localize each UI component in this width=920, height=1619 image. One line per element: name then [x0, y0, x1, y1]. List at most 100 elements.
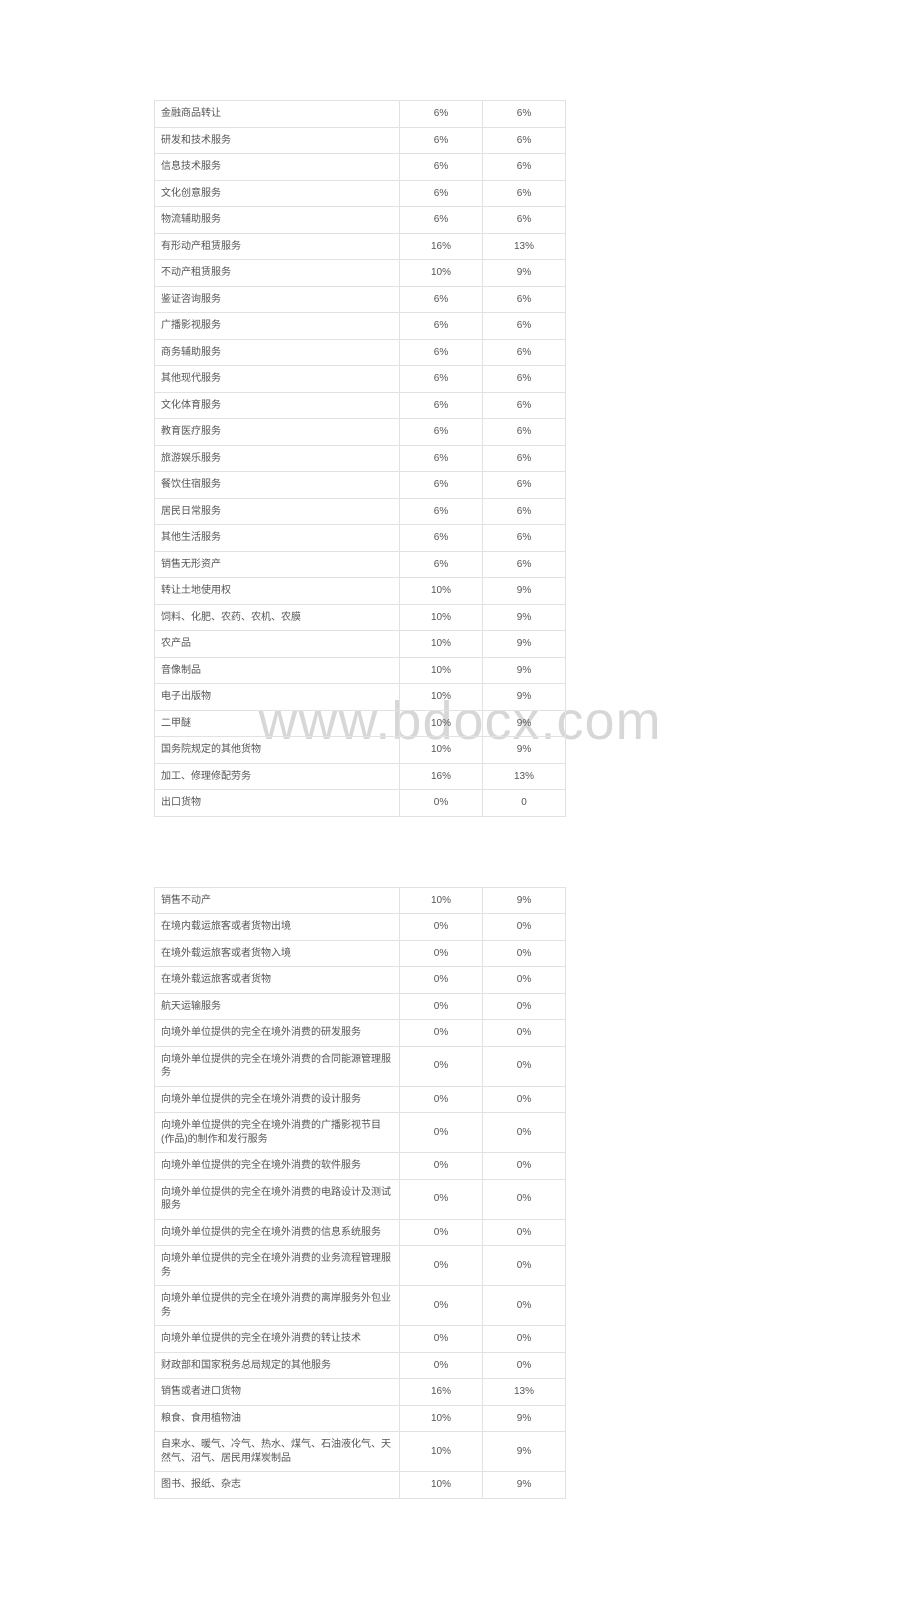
row-rate1-cell: 6% — [400, 392, 483, 419]
row-name-cell: 销售不动产 — [155, 887, 400, 914]
row-rate2-cell: 6% — [483, 551, 566, 578]
row-name-cell: 有形动产租赁服务 — [155, 233, 400, 260]
row-name-cell: 研发和技术服务 — [155, 127, 400, 154]
row-rate2-cell: 6% — [483, 419, 566, 446]
row-rate2-cell: 6% — [483, 127, 566, 154]
row-rate1-cell: 10% — [400, 1472, 483, 1499]
row-name-cell: 金融商品转让 — [155, 101, 400, 128]
row-name-cell: 向境外单位提供的完全在境外消费的电路设计及测试服务 — [155, 1179, 400, 1219]
table-row: 粮食、食用植物油10%9% — [155, 1405, 566, 1432]
table-row: 向境外单位提供的完全在境外消费的研发服务0%0% — [155, 1020, 566, 1047]
row-name-cell: 物流辅助服务 — [155, 207, 400, 234]
table-row: 饲料、化肥、农药、农机、农膜10%9% — [155, 604, 566, 631]
row-name-cell: 在境内载运旅客或者货物出境 — [155, 914, 400, 941]
row-rate1-cell: 6% — [400, 101, 483, 128]
row-rate2-cell: 0% — [483, 940, 566, 967]
row-rate2-cell: 13% — [483, 1379, 566, 1406]
row-rate2-cell: 9% — [483, 604, 566, 631]
row-rate2-cell: 9% — [483, 657, 566, 684]
row-rate2-cell: 9% — [483, 631, 566, 658]
row-rate2-cell: 9% — [483, 887, 566, 914]
row-name-cell: 加工、修理修配劳务 — [155, 763, 400, 790]
row-rate2-cell: 0% — [483, 967, 566, 994]
table-row: 餐饮住宿服务6%6% — [155, 472, 566, 499]
table-row: 二甲醚10%9% — [155, 710, 566, 737]
row-name-cell: 向境外单位提供的完全在境外消费的广播影视节目(作品)的制作和发行服务 — [155, 1113, 400, 1153]
row-rate2-cell: 0% — [483, 914, 566, 941]
table-row: 信息技术服务6%6% — [155, 154, 566, 181]
table-row: 向境外单位提供的完全在境外消费的电路设计及测试服务0%0% — [155, 1179, 566, 1219]
row-rate1-cell: 10% — [400, 657, 483, 684]
row-name-cell: 广播影视服务 — [155, 313, 400, 340]
table-row: 自来水、暖气、冷气、热水、煤气、石油液化气、天然气、沼气、居民用煤炭制品10%9… — [155, 1432, 566, 1472]
row-rate2-cell: 6% — [483, 180, 566, 207]
row-name-cell: 向境外单位提供的完全在境外消费的信息系统服务 — [155, 1219, 400, 1246]
row-rate1-cell: 6% — [400, 472, 483, 499]
row-name-cell: 销售或者进口货物 — [155, 1379, 400, 1406]
table-row: 研发和技术服务6%6% — [155, 127, 566, 154]
table-row: 向境外单位提供的完全在境外消费的信息系统服务0%0% — [155, 1219, 566, 1246]
table-row: 商务辅助服务6%6% — [155, 339, 566, 366]
table-row: 销售无形资产6%6% — [155, 551, 566, 578]
row-rate2-cell: 0% — [483, 1153, 566, 1180]
table-row: 鉴证咨询服务6%6% — [155, 286, 566, 313]
table-row: 在境外载运旅客或者货物入境0%0% — [155, 940, 566, 967]
row-rate1-cell: 0% — [400, 993, 483, 1020]
table-row: 向境外单位提供的完全在境外消费的广播影视节目(作品)的制作和发行服务0%0% — [155, 1113, 566, 1153]
row-name-cell: 音像制品 — [155, 657, 400, 684]
row-name-cell: 航天运输服务 — [155, 993, 400, 1020]
row-name-cell: 旅游娱乐服务 — [155, 445, 400, 472]
table-row: 居民日常服务6%6% — [155, 498, 566, 525]
row-rate1-cell: 6% — [400, 180, 483, 207]
table-row: 销售不动产10%9% — [155, 887, 566, 914]
row-name-cell: 文化体育服务 — [155, 392, 400, 419]
row-rate2-cell: 6% — [483, 286, 566, 313]
row-rate2-cell: 6% — [483, 101, 566, 128]
row-rate2-cell: 13% — [483, 763, 566, 790]
row-rate1-cell: 0% — [400, 1113, 483, 1153]
row-rate1-cell: 10% — [400, 887, 483, 914]
row-rate2-cell: 9% — [483, 578, 566, 605]
row-name-cell: 国务院规定的其他货物 — [155, 737, 400, 764]
row-rate2-cell: 9% — [483, 260, 566, 287]
row-rate1-cell: 6% — [400, 525, 483, 552]
table-row: 向境外单位提供的完全在境外消费的离岸服务外包业务0%0% — [155, 1286, 566, 1326]
row-name-cell: 图书、报纸、杂志 — [155, 1472, 400, 1499]
row-rate2-cell: 6% — [483, 207, 566, 234]
row-name-cell: 向境外单位提供的完全在境外消费的设计服务 — [155, 1086, 400, 1113]
table-row: 加工、修理修配劳务16%13% — [155, 763, 566, 790]
tax-rate-table-2: 销售不动产10%9%在境内载运旅客或者货物出境0%0%在境外载运旅客或者货物入境… — [154, 887, 566, 1499]
table-row: 金融商品转让6%6% — [155, 101, 566, 128]
table-row: 在境内载运旅客或者货物出境0%0% — [155, 914, 566, 941]
row-rate2-cell: 9% — [483, 1432, 566, 1472]
row-name-cell: 自来水、暖气、冷气、热水、煤气、石油液化气、天然气、沼气、居民用煤炭制品 — [155, 1432, 400, 1472]
table-row: 出口货物0%0 — [155, 790, 566, 817]
row-rate1-cell: 10% — [400, 737, 483, 764]
row-rate1-cell: 16% — [400, 1379, 483, 1406]
row-rate1-cell: 6% — [400, 419, 483, 446]
table-gap — [0, 817, 920, 887]
row-name-cell: 销售无形资产 — [155, 551, 400, 578]
table-row: 向境外单位提供的完全在境外消费的转让技术0%0% — [155, 1326, 566, 1353]
row-rate2-cell: 6% — [483, 366, 566, 393]
row-rate2-cell: 9% — [483, 737, 566, 764]
row-name-cell: 二甲醚 — [155, 710, 400, 737]
row-rate2-cell: 9% — [483, 1405, 566, 1432]
table-row: 教育医疗服务6%6% — [155, 419, 566, 446]
row-rate2-cell: 6% — [483, 154, 566, 181]
row-rate1-cell: 10% — [400, 684, 483, 711]
row-rate1-cell: 6% — [400, 207, 483, 234]
row-rate1-cell: 6% — [400, 366, 483, 393]
row-name-cell: 饲料、化肥、农药、农机、农膜 — [155, 604, 400, 631]
row-name-cell: 向境外单位提供的完全在境外消费的研发服务 — [155, 1020, 400, 1047]
row-name-cell: 其他现代服务 — [155, 366, 400, 393]
row-name-cell: 农产品 — [155, 631, 400, 658]
table-row: 农产品10%9% — [155, 631, 566, 658]
table-row: 广播影视服务6%6% — [155, 313, 566, 340]
table-row: 国务院规定的其他货物10%9% — [155, 737, 566, 764]
row-rate1-cell: 0% — [400, 1352, 483, 1379]
row-rate2-cell: 9% — [483, 684, 566, 711]
row-rate2-cell: 0% — [483, 1086, 566, 1113]
row-rate1-cell: 6% — [400, 551, 483, 578]
row-name-cell: 居民日常服务 — [155, 498, 400, 525]
